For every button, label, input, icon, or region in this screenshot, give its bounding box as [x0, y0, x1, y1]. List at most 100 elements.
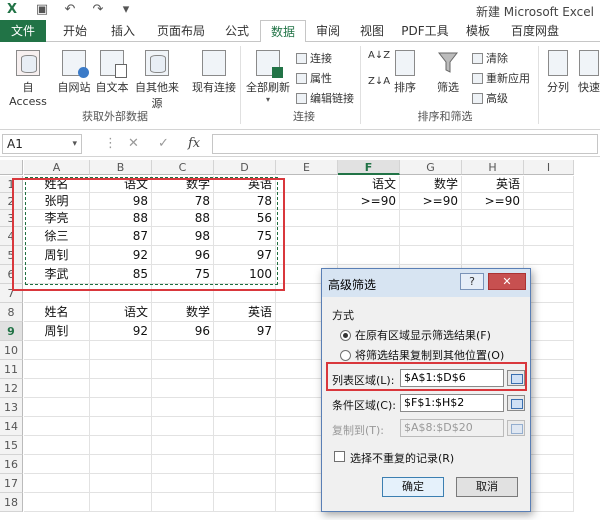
tab-baidu-netdisk[interactable]: 百度网盘 [502, 20, 568, 42]
grid-cell[interactable] [524, 322, 574, 341]
row-header-9[interactable]: 9 [0, 322, 23, 341]
grid-cell[interactable] [214, 379, 276, 398]
column-header-a[interactable]: A [24, 160, 90, 175]
data-cell[interactable]: 97 [214, 246, 276, 265]
result-header-cell[interactable]: 英语 [214, 303, 276, 322]
help-button[interactable]: ? [460, 273, 484, 290]
grid-cell[interactable] [24, 360, 90, 379]
data-cell[interactable]: 75 [214, 227, 276, 246]
grid-cell[interactable] [524, 341, 574, 360]
grid-cell[interactable] [462, 227, 524, 246]
grid-cell[interactable] [90, 398, 152, 417]
grid-cell[interactable] [462, 210, 524, 227]
grid-cell[interactable] [524, 227, 574, 246]
grid-cell[interactable] [24, 474, 90, 493]
grid-cell[interactable] [214, 284, 276, 303]
customize-toolbar-icon[interactable]: ▾ [118, 2, 134, 18]
grid-cell[interactable] [152, 474, 214, 493]
grid-cell[interactable] [152, 379, 214, 398]
undo-icon[interactable]: ↶ [62, 2, 78, 18]
cancel-button[interactable]: 取消 [456, 477, 518, 497]
tab-pdf-tools[interactable]: PDF工具 [396, 20, 454, 42]
data-cell[interactable]: 98 [90, 193, 152, 210]
sort-descending-button[interactable]: Z↓A [368, 76, 390, 87]
grid-cell[interactable] [524, 474, 574, 493]
data-cell[interactable]: 56 [214, 210, 276, 227]
grid-cell[interactable] [214, 360, 276, 379]
grid-cell[interactable] [400, 227, 462, 246]
insert-function-icon[interactable]: fx [188, 134, 200, 154]
grid-cell[interactable] [524, 493, 574, 512]
result-cell[interactable]: 周钊 [24, 322, 90, 341]
data-cell[interactable]: 98 [152, 227, 214, 246]
grid-cell[interactable] [338, 246, 400, 265]
tab-data[interactable]: 数据 [260, 20, 306, 43]
edit-links-button[interactable]: 编辑链接 [296, 90, 354, 106]
grid-cell[interactable] [152, 398, 214, 417]
grid-cell[interactable] [214, 474, 276, 493]
grid-cell[interactable] [276, 193, 338, 210]
grid-cell[interactable] [462, 246, 524, 265]
tab-page-layout[interactable]: 页面布局 [148, 20, 214, 42]
grid-cell[interactable] [338, 227, 400, 246]
data-cell[interactable]: 张明 [24, 193, 90, 210]
grid-cell[interactable] [524, 303, 574, 322]
criteria-range-input[interactable]: $F$1:$H$2 [400, 394, 504, 412]
flash-fill-button[interactable]: 快速 [576, 50, 600, 95]
radio-copy-to-location[interactable]: 将筛选结果复制到其他位置(O) [340, 347, 504, 363]
data-cell[interactable]: 88 [90, 210, 152, 227]
close-button[interactable]: ✕ [488, 273, 526, 290]
column-header-g[interactable]: G [400, 160, 462, 175]
grid-cell[interactable] [152, 360, 214, 379]
row-header-3[interactable]: 3 [0, 210, 23, 227]
data-cell[interactable]: 96 [152, 246, 214, 265]
column-header-h[interactable]: H [462, 160, 524, 175]
row-header-17[interactable]: 17 [0, 474, 23, 493]
grid-cell[interactable] [24, 455, 90, 474]
grid-cell[interactable] [90, 474, 152, 493]
row-header-8[interactable]: 8 [0, 303, 23, 322]
sort-button[interactable]: 排序 [392, 50, 418, 95]
tab-insert[interactable]: 插入 [100, 20, 146, 42]
tab-home[interactable]: 开始 [52, 20, 98, 42]
grid-cell[interactable] [214, 398, 276, 417]
tab-templates[interactable]: 模板 [458, 20, 498, 42]
data-cell[interactable]: 李亮 [24, 210, 90, 227]
result-cell[interactable]: 96 [152, 322, 214, 341]
reapply-button[interactable]: 重新应用 [472, 70, 530, 86]
confirm-entry-icon[interactable]: ✓ [158, 134, 169, 154]
clear-filter-button[interactable]: 清除 [472, 50, 508, 66]
grid-cell[interactable] [24, 493, 90, 512]
data-cell[interactable]: 100 [214, 265, 276, 284]
chevron-down-icon[interactable]: ▾ [72, 135, 77, 153]
tab-formulas[interactable]: 公式 [216, 20, 258, 42]
row-header-15[interactable]: 15 [0, 436, 23, 455]
connections-button[interactable]: 连接 [296, 50, 332, 66]
column-header-c[interactable]: C [152, 160, 214, 175]
grid-cell[interactable] [524, 398, 574, 417]
properties-button[interactable]: 属性 [296, 70, 332, 86]
data-cell[interactable]: 78 [152, 193, 214, 210]
grid-cell[interactable] [152, 284, 214, 303]
criteria-value-cell[interactable]: >=90 [462, 193, 524, 210]
column-header-d[interactable]: D [214, 160, 276, 175]
grid-cell[interactable] [90, 436, 152, 455]
row-header-6[interactable]: 6 [0, 265, 23, 284]
data-cell[interactable]: 85 [90, 265, 152, 284]
row-header-16[interactable]: 16 [0, 455, 23, 474]
header-cell[interactable]: 姓名 [24, 176, 90, 193]
result-cell[interactable]: 97 [214, 322, 276, 341]
tab-view[interactable]: 视图 [352, 20, 392, 42]
data-cell[interactable]: 78 [214, 193, 276, 210]
list-range-input[interactable]: $A$1:$D$6 [400, 369, 504, 387]
grid-cell[interactable] [90, 417, 152, 436]
header-cell[interactable]: 数学 [152, 176, 214, 193]
header-cell[interactable]: 语文 [90, 176, 152, 193]
advanced-filter-button[interactable]: 高级 [472, 90, 508, 106]
grid-cell[interactable] [400, 246, 462, 265]
grid-cell[interactable] [152, 493, 214, 512]
grid-cell[interactable] [524, 360, 574, 379]
grid-cell[interactable] [24, 436, 90, 455]
criteria-value-cell[interactable]: >=90 [400, 193, 462, 210]
row-header-13[interactable]: 13 [0, 398, 23, 417]
